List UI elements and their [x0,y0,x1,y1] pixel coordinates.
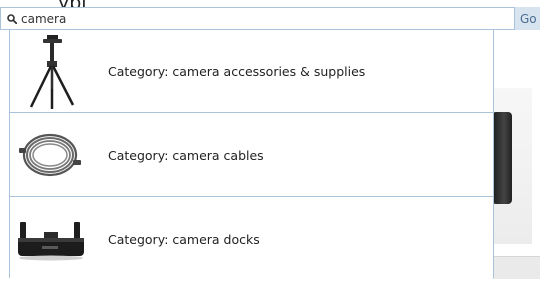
suggestion-label: Category: camera cables [108,147,264,163]
search-input[interactable] [21,8,514,29]
camera-dock-icon [15,205,87,275]
cable-coil-icon [15,120,87,190]
background-panel [492,256,540,279]
suggestion-camera-accessories[interactable]: Category: camera accessories & supplies [10,30,494,113]
go-button[interactable]: Go [515,7,540,30]
suggestion-label: Category: camera docks [108,232,260,247]
background-camera-image [492,112,512,204]
search-bar[interactable] [0,7,515,30]
suggestion-camera-cables[interactable]: Category: camera cables [10,114,494,197]
search-suggestions-dropdown: Category: camera accessories & supplies … [9,30,494,278]
search-icon [7,13,17,24]
tripod-icon [15,35,87,109]
suggestion-camera-docks[interactable]: Category: camera docks [10,198,494,281]
suggestion-label: Category: camera accessories & supplies [108,63,366,79]
